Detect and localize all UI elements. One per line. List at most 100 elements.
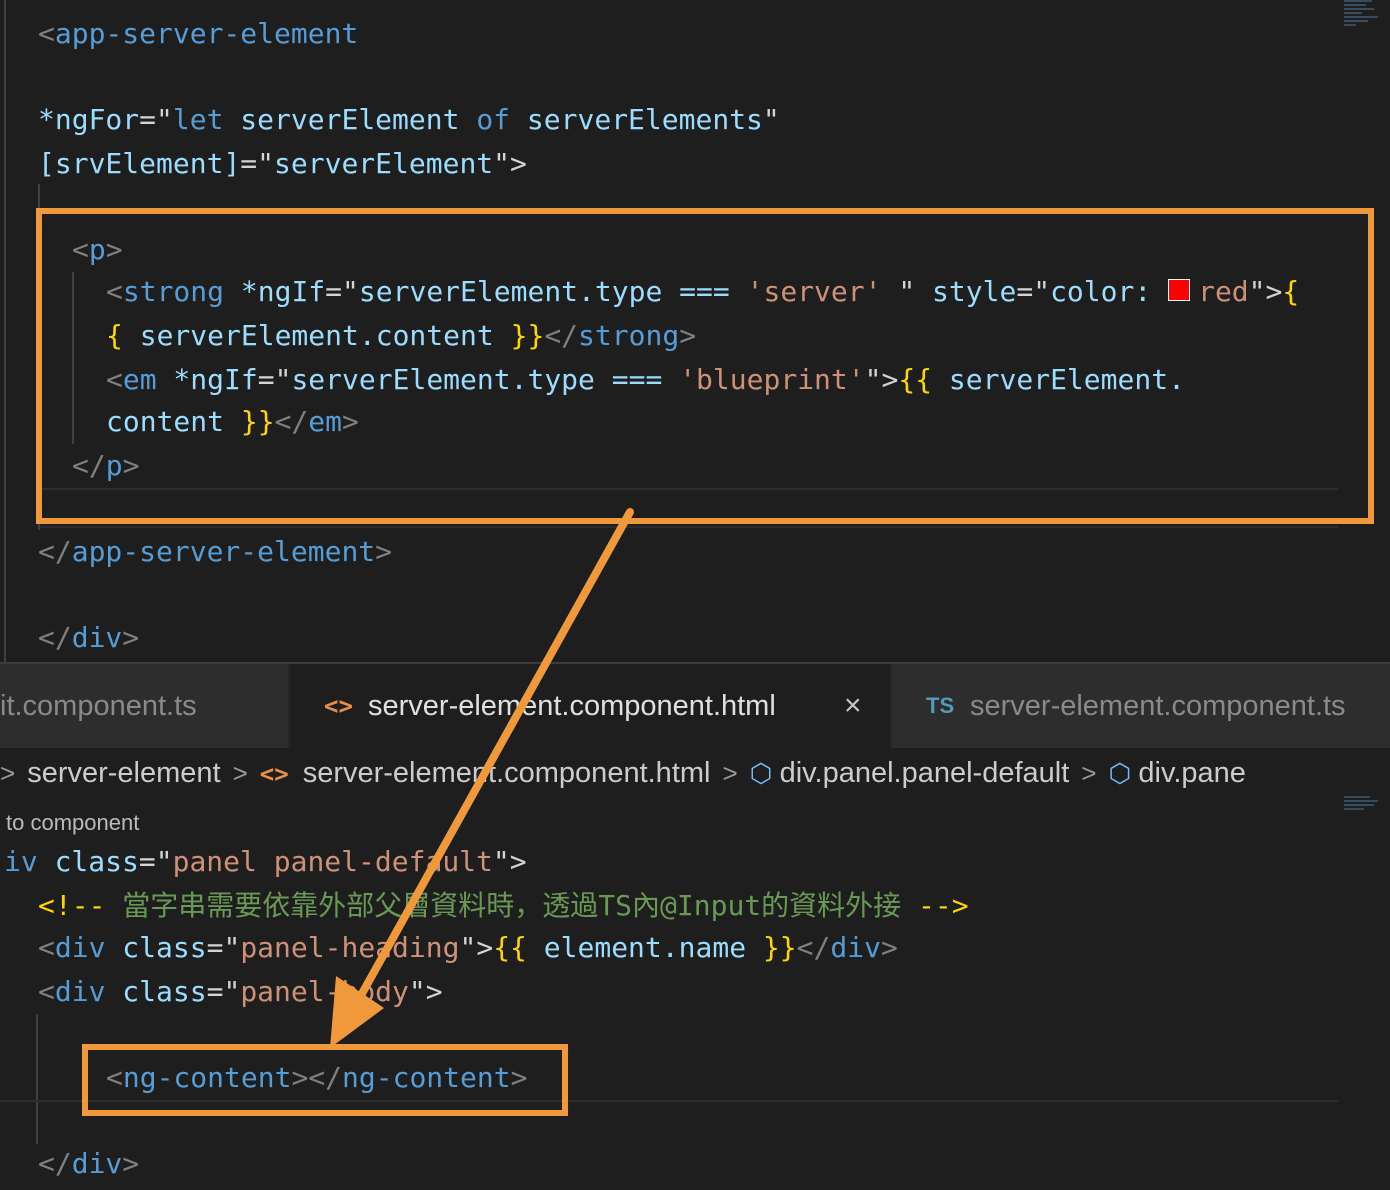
- breadcrumb-item-folder[interactable]: server-element: [27, 757, 220, 789]
- tag-name: strong: [122, 275, 225, 308]
- attr-name: class: [37, 845, 139, 878]
- minimap-line: [1344, 796, 1370, 798]
- breadcrumb-item-symbol[interactable]: div.pane: [1138, 757, 1246, 789]
- interpolation-expression: serverElement.content: [122, 319, 511, 352]
- minimap-line: [1344, 12, 1362, 14]
- code-line-p-close[interactable]: </p>: [72, 444, 139, 488]
- tag-name: div: [54, 931, 106, 964]
- minimap-line: [1344, 16, 1378, 18]
- current-line-highlight: [0, 1100, 1338, 1102]
- code-line-ngfor[interactable]: *ngFor="let serverElement of serverEleme…: [38, 98, 780, 142]
- attr-eq: =": [206, 975, 241, 1008]
- tag-close: ">: [493, 147, 527, 180]
- color-swatch-icon[interactable]: [1168, 279, 1191, 301]
- interpolation-brace: }}: [510, 319, 545, 352]
- tab-label: server-element.component.ts: [970, 690, 1346, 722]
- interpolation-brace: {: [106, 319, 123, 352]
- comment-delimiter: -->: [918, 889, 969, 922]
- tag-bracket: >: [510, 1061, 528, 1094]
- indent-guide: [38, 184, 40, 530]
- loop-variable: serverElement: [223, 103, 477, 136]
- chevron-right-icon: >: [722, 758, 738, 788]
- binding-bracket: [: [38, 147, 55, 180]
- html-file-icon: <>: [324, 692, 353, 720]
- tag-name: app-server-element: [71, 535, 376, 568]
- tag-name: div: [830, 931, 881, 964]
- attr-name: style: [915, 275, 1017, 308]
- tag-bracket: <: [38, 17, 55, 50]
- tag-close: ">: [459, 931, 494, 964]
- loop-list: serverElements: [510, 103, 763, 136]
- interpolation-brace: {{: [898, 363, 933, 396]
- tag-name: p: [105, 449, 123, 482]
- expression: serverElement.type ===: [358, 275, 747, 308]
- tag-bracket: >: [122, 1147, 140, 1180]
- code-line-strong-continued[interactable]: { serverElement.content }}</strong>: [106, 314, 696, 358]
- binding-bracket: ]: [223, 147, 241, 180]
- html-file-icon: <>: [259, 760, 289, 788]
- code-line-srvelement[interactable]: [srvElement]="serverElement">: [38, 142, 527, 186]
- tag-name: ng-content: [122, 1061, 292, 1094]
- code-line-comment[interactable]: <!-- 當字串需要依靠外部父層資料時，透過TS內@Input的資料外接 -->: [38, 884, 969, 928]
- code-line-em[interactable]: <em *ngIf="serverElement.type === 'bluep…: [106, 358, 1185, 402]
- chevron-right-icon: >: [1081, 758, 1097, 788]
- indent-guide: [36, 1014, 38, 1144]
- close-icon[interactable]: ×: [844, 664, 862, 748]
- attr-eq: =": [139, 103, 173, 136]
- tag-bracket: >: [105, 233, 123, 266]
- minimap[interactable]: [1344, 796, 1384, 812]
- attr-value: panel-body: [240, 975, 409, 1008]
- breadcrumb-item-file[interactable]: server-element.component.html: [303, 757, 711, 789]
- code-line-p-open[interactable]: <p>: [72, 228, 123, 272]
- tag-name: em: [308, 405, 343, 438]
- tag-bracket: ></: [291, 1061, 343, 1094]
- tab-server-element-html[interactable]: <> server-element.component.html ×: [290, 664, 890, 748]
- tag-name: div: [71, 1147, 123, 1180]
- code-line-div-close[interactable]: </div>: [38, 616, 139, 660]
- tag-bracket: >: [880, 931, 898, 964]
- code-line-app-close[interactable]: </app-server-element>: [38, 530, 392, 574]
- minimap-line: [1344, 4, 1366, 6]
- css-property: color:: [1050, 275, 1169, 308]
- expression: [881, 275, 898, 308]
- interpolation-expression: element.name: [526, 931, 763, 964]
- code-line-em-continued[interactable]: content }}</em>: [106, 400, 359, 444]
- code-line-app-open[interactable]: <app-server-element: [38, 12, 358, 56]
- minimap-line: [1344, 808, 1364, 810]
- code-line-panel-body[interactable]: <div class="panel-body">: [38, 970, 443, 1014]
- tag-name: ng-content: [342, 1061, 511, 1094]
- tag-bracket: </: [72, 449, 106, 482]
- css-value: red: [1198, 275, 1249, 308]
- editor-tab-bar: it.component.ts <> server-element.compon…: [0, 662, 1390, 748]
- tab-component-ts[interactable]: it.component.ts: [0, 664, 288, 748]
- tag-bracket: </: [38, 535, 72, 568]
- tab-server-element-ts[interactable]: TS server-element.component.ts: [892, 664, 1390, 748]
- interpolation-brace: {{: [493, 931, 527, 964]
- minimap[interactable]: [1344, 0, 1384, 28]
- code-line-strong[interactable]: <strong *ngIf="serverElement.type === 's…: [106, 270, 1299, 314]
- expression: serverElement.type ===: [291, 363, 680, 396]
- tag-bracket: </: [796, 931, 831, 964]
- cube-icon: ⬡: [749, 758, 780, 788]
- interpolation-brace: }}: [762, 931, 797, 964]
- tag-bracket: <: [106, 363, 123, 396]
- attr-name: *ngIf: [224, 275, 326, 308]
- tag-bracket: <: [38, 931, 55, 964]
- attr-eq: =": [240, 147, 275, 180]
- code-line-panel-heading[interactable]: <div class="panel-heading">{{ element.na…: [38, 926, 898, 970]
- tag-name: iv: [4, 845, 38, 878]
- code-line-div-panel[interactable]: iv class="panel panel-default">: [4, 840, 527, 884]
- top-editor-pane[interactable]: <app-server-element *ngFor="let serverEl…: [0, 0, 1390, 662]
- tag-bracket: >: [342, 405, 359, 438]
- code-line-div-close[interactable]: </div>: [38, 1142, 139, 1186]
- tag-bracket: <: [106, 275, 123, 308]
- tag-name: div: [54, 975, 106, 1008]
- bottom-editor-pane[interactable]: it.component.ts <> server-element.compon…: [0, 662, 1390, 1190]
- attr-quote: ": [898, 275, 916, 308]
- keyword-of: of: [476, 103, 511, 136]
- code-line-ng-content[interactable]: <ng-content></ng-content>: [106, 1056, 527, 1100]
- tag-bracket: </: [544, 319, 579, 352]
- comment-text: 當字串需要依靠外部父層資料時，透過TS內@Input的資料外接: [105, 889, 919, 922]
- breadcrumb-item-symbol[interactable]: div.panel.panel-default: [780, 757, 1070, 789]
- tag-close: >: [881, 363, 899, 396]
